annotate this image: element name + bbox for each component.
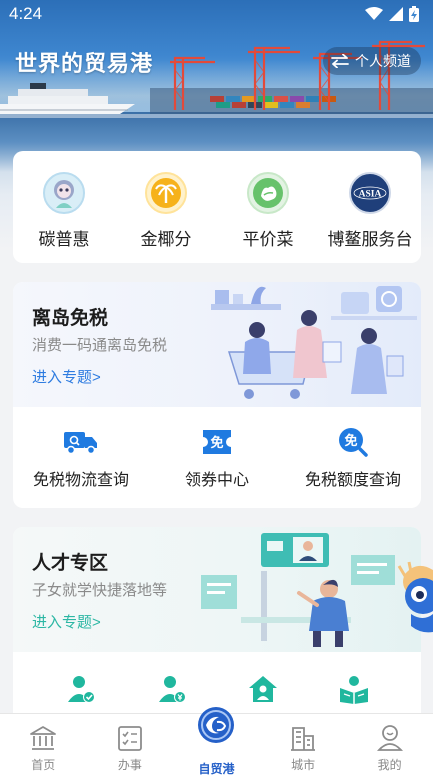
tab-free-trade-port[interactable]: 自贸港 bbox=[173, 707, 260, 775]
status-time: 4:24 bbox=[9, 4, 43, 23]
tab-home[interactable]: 首页 bbox=[0, 714, 87, 775]
quick-item-label: 金椰分 bbox=[140, 230, 192, 249]
personal-channel-label: 个人频道 bbox=[355, 53, 411, 69]
talent-services bbox=[13, 652, 421, 706]
golden-coconut-icon bbox=[145, 172, 187, 214]
duty-free-service-label: 免税物流查询 bbox=[32, 472, 129, 489]
person-check-icon[interactable] bbox=[64, 672, 98, 706]
wifi-icon bbox=[365, 7, 383, 20]
quick-item-label: 博鳌服务台 bbox=[327, 230, 413, 249]
talent-card: 人才专区 子女就学快捷落地等 进入专题> bbox=[13, 527, 421, 727]
quick-services-card: 碳普惠 金椰分 平价菜 ASIA 博鳌服务台 bbox=[13, 151, 421, 263]
house-person-icon[interactable] bbox=[246, 672, 280, 706]
personal-channel-button[interactable]: 个人频道 bbox=[323, 47, 421, 75]
mascot-icon[interactable] bbox=[397, 560, 433, 640]
duty-free-subtitle: 消费一码通离岛免税 bbox=[32, 337, 168, 354]
talent-subtitle: 子女就学快捷落地等 bbox=[32, 582, 168, 599]
quick-item-golden-coconut[interactable]: 金椰分 bbox=[116, 172, 216, 263]
tab-label: 首页 bbox=[31, 758, 56, 772]
swap-arrows-icon bbox=[331, 54, 349, 68]
signal-icon bbox=[389, 7, 403, 21]
tab-label: 办事 bbox=[117, 758, 142, 772]
talent-banner[interactable]: 人才专区 子女就学快捷落地等 进入专题> bbox=[13, 527, 421, 652]
boao-asia-icon: ASIA bbox=[349, 172, 391, 214]
duty-free-service-label: 领券中心 bbox=[184, 472, 249, 489]
duty-free-banner[interactable]: 离岛免税 消费一码通离岛免税 进入专题> bbox=[13, 282, 421, 407]
tab-mine[interactable]: 我的 bbox=[346, 714, 433, 775]
quota-search-icon: 免 bbox=[336, 427, 370, 457]
duty-free-service-label: 免税额度查询 bbox=[304, 472, 401, 489]
status-icons bbox=[365, 6, 419, 22]
status-bar: 4:24 bbox=[0, 0, 433, 30]
page-title: 世界的贸易港 bbox=[15, 51, 154, 76]
tab-services[interactable]: 办事 bbox=[87, 714, 174, 775]
coupon-center[interactable]: 免 领券中心 bbox=[152, 427, 282, 490]
tab-city[interactable]: 城市 bbox=[260, 714, 347, 775]
vegetable-icon bbox=[247, 172, 289, 214]
duty-free-services: 免税物流查询 免 领券中心 免 免税额度查询 bbox=[13, 407, 421, 490]
duty-free-enter-link[interactable]: 进入专题> bbox=[32, 366, 101, 387]
city-buildings-icon bbox=[288, 723, 318, 753]
quick-item-label: 碳普惠 bbox=[38, 230, 90, 249]
talent-enter-link[interactable]: 进入专题> bbox=[32, 611, 101, 632]
duty-free-quota-query[interactable]: 免 免税额度查询 bbox=[288, 427, 418, 490]
quick-item-boao-service[interactable]: ASIA 博鳌服务台 bbox=[320, 172, 420, 263]
person-money-icon[interactable] bbox=[155, 672, 189, 706]
svg-text:免: 免 bbox=[344, 433, 357, 449]
talent-title: 人才专区 bbox=[32, 553, 109, 574]
tab-label: 城市 bbox=[291, 758, 316, 772]
checklist-icon bbox=[115, 723, 145, 753]
quick-item-carbon[interactable]: 碳普惠 bbox=[14, 172, 114, 263]
user-icon bbox=[375, 723, 405, 753]
tab-label: 我的 bbox=[377, 758, 402, 772]
quick-item-affordable-vegetables[interactable]: 平价菜 bbox=[218, 172, 318, 263]
reading-book-icon[interactable] bbox=[337, 672, 371, 706]
svg-text:免: 免 bbox=[210, 435, 223, 451]
duty-free-logistics-query[interactable]: 免税物流查询 bbox=[16, 427, 146, 490]
logistics-truck-icon bbox=[64, 427, 98, 457]
svg-text:ASIA: ASIA bbox=[359, 190, 382, 200]
tab-label: 自贸港 bbox=[198, 762, 235, 775]
bottom-tab-bar: 首页 办事 自贸港 城市 我的 bbox=[0, 707, 433, 775]
shoppers-illustration bbox=[211, 286, 417, 399]
carbon-avatar-icon bbox=[43, 172, 85, 214]
duty-free-card: 离岛免税 消费一码通离岛免税 进入专题> 免税物流查询 免 领券中心 免 免税额… bbox=[13, 282, 421, 508]
talent-illustration bbox=[201, 533, 395, 647]
bank-icon bbox=[28, 723, 58, 753]
free-trade-port-logo-icon bbox=[197, 706, 235, 744]
battery-charging-icon bbox=[409, 6, 419, 22]
duty-free-title: 离岛免税 bbox=[32, 308, 109, 329]
coupon-icon: 免 bbox=[200, 427, 234, 457]
quick-item-label: 平价菜 bbox=[242, 230, 294, 249]
